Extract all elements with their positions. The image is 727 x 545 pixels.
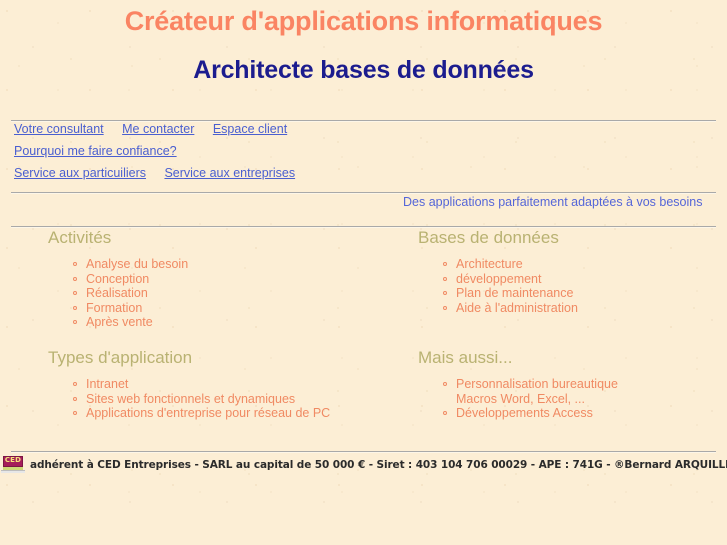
list-item-label: Développements Access (456, 406, 593, 421)
section-heading-activites: Activités (48, 228, 112, 247)
tagline: Des applications parfaitement adaptées à… (403, 195, 703, 209)
divider-below-nav (11, 192, 716, 193)
nav-row-1: Votre consultant Me contacter Espace cli… (14, 118, 714, 140)
section-activites: Activités Analyse du besoin Conception R… (48, 228, 408, 330)
list-item: Analyse du besoin (73, 257, 408, 272)
list-item-label: Architecture (456, 257, 523, 271)
ced-logo-icon: CED (0, 455, 26, 475)
nav-link-espace-client[interactable]: Espace client (213, 122, 287, 136)
list-item: Formation (73, 300, 408, 316)
list-item-sublabel: Macros Word, Excel, ... (456, 391, 585, 406)
bullet-icon (443, 291, 447, 296)
list-item-label: Applications d'entreprise pour réseau de… (86, 406, 331, 421)
list-item: Applications d'entreprise pour réseau de… (73, 406, 408, 421)
bullet-icon (443, 382, 447, 386)
list-item: Intranet (73, 377, 408, 392)
list-item-label: développement (456, 271, 542, 286)
list-item-label: Aide à l'administration (456, 300, 578, 315)
page-root: Créateur d'applications informatiques Ar… (0, 0, 727, 545)
list-item-label: Réalisation (86, 286, 148, 301)
list-item: Développements Access (443, 406, 718, 421)
bullet-icon (443, 262, 447, 266)
footer-inner: CED adhérent à CED Entreprises - SARL au… (0, 455, 727, 475)
bullet-icon (73, 276, 77, 281)
list-item-label: Intranet (86, 377, 129, 391)
list-item-label: Après vente (86, 315, 153, 330)
ced-logo-base (1, 470, 25, 473)
list-item-label: Conception (86, 271, 150, 286)
list-item-label: Analyse du besoin (86, 257, 189, 271)
list-item: Architecture (443, 257, 718, 272)
nav-link-service-aux-entreprises[interactable]: Service aux entreprises (164, 166, 295, 180)
bullet-icon (73, 411, 77, 416)
list-item-label: Personnalisation bureautique (456, 377, 618, 391)
list-item-label: Plan de maintenance (456, 286, 574, 301)
divider-footer (11, 451, 716, 452)
nav-row-3: Service aux particuiliers Service aux en… (14, 162, 714, 184)
bullet-icon (73, 291, 77, 296)
list-item-label: Sites web fonctionnels et dynamiques (86, 391, 296, 406)
nav-link-votre-consultant[interactable]: Votre consultant (14, 122, 104, 136)
bullet-icon (73, 396, 77, 401)
divider-below-tagline (11, 226, 716, 227)
nav-link-service-aux-particuliers[interactable]: Service aux particuiliers (14, 166, 146, 180)
bullet-icon (73, 382, 77, 386)
section-heading-mais-aussi: Mais aussi... (418, 348, 513, 367)
bullet-icon (73, 320, 77, 325)
nav-row-2: Pourquoi me faire confiance? (14, 140, 714, 162)
list-item: Plan de maintenance (443, 286, 718, 301)
list-item: Après vente (73, 315, 408, 330)
page-title-main: Créateur d'applications informatiques (124, 6, 603, 36)
section-list-types-application: Intranet Sites web fonctionnels et dynam… (48, 377, 408, 421)
bullet-icon (73, 305, 77, 310)
bullet-icon (443, 276, 447, 281)
list-item: Sites web fonctionnels et dynamiques (73, 391, 408, 407)
nav-link-me-contacter[interactable]: Me contacter (122, 122, 194, 136)
bullet-icon (443, 411, 447, 416)
list-item: Personnalisation bureautique Macros Word… (443, 377, 718, 406)
nav-link-pourquoi-me-faire-confiance[interactable]: Pourquoi me faire confiance? (14, 144, 177, 158)
page-title-sub: Architecte bases de données (193, 56, 534, 84)
section-bases-de-donnees: Bases de données Architecture développem… (418, 228, 718, 315)
list-item-label: Formation (86, 300, 143, 315)
bullet-icon (73, 262, 77, 266)
ced-logo-text: CED (4, 456, 22, 464)
bullet-icon (443, 305, 447, 310)
list-item: Aide à l'administration (443, 300, 718, 316)
section-heading-bases-de-donnees: Bases de données (418, 228, 559, 247)
list-item: développement (443, 271, 718, 287)
main-navigation: Votre consultant Me contacter Espace cli… (14, 118, 714, 184)
footer-text: adhérent à CED Entreprises - SARL au cap… (30, 459, 727, 471)
section-heading-types-application: Types d'application (48, 348, 193, 367)
footer: CED adhérent à CED Entreprises - SARL au… (0, 455, 727, 480)
list-item: Conception (73, 271, 408, 287)
section-list-bases-de-donnees: Architecture développement Plan de maint… (418, 257, 718, 315)
section-list-mais-aussi: Personnalisation bureautique Macros Word… (418, 377, 718, 421)
section-types-application: Types d'application Intranet Sites web f… (48, 348, 408, 421)
section-mais-aussi: Mais aussi... Personnalisation bureautiq… (418, 348, 718, 421)
section-list-activites: Analyse du besoin Conception Réalisation… (48, 257, 408, 330)
list-item: Réalisation (73, 286, 408, 301)
